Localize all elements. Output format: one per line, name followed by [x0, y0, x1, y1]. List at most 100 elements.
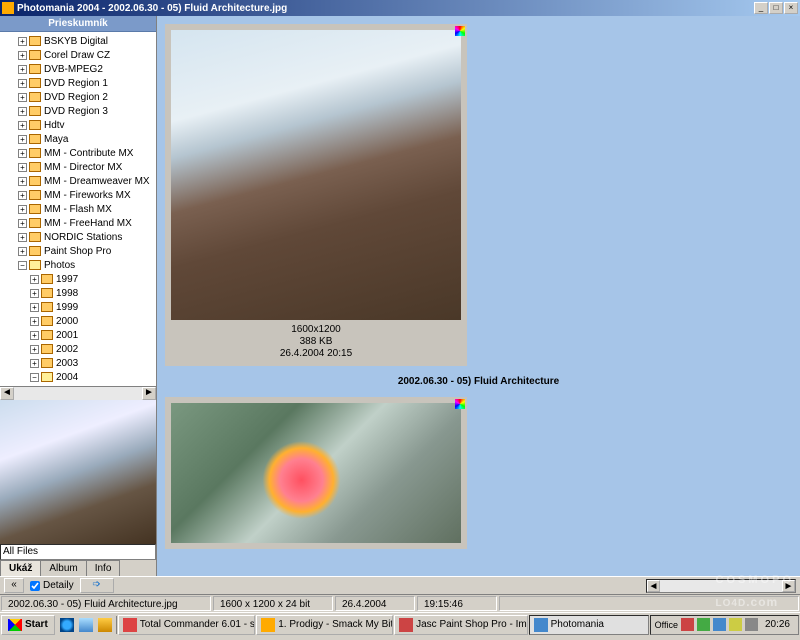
scroll-track[interactable] [14, 387, 142, 400]
detail-label: Detaily [43, 580, 74, 591]
maximize-button[interactable]: □ [769, 2, 783, 14]
folder-icon [41, 344, 53, 354]
tree-folder[interactable]: +Paint Shop Pro [2, 244, 154, 258]
folder-icon [29, 120, 41, 130]
folder-icon [29, 50, 41, 60]
tree-folder[interactable]: +Hdtv [2, 118, 154, 132]
tray-icon[interactable] [681, 618, 694, 631]
close-button[interactable]: × [784, 2, 798, 14]
taskbar-task-button[interactable]: 1. Prodigy - Smack My Bitc... [256, 615, 393, 635]
ql-outlook-icon[interactable] [96, 616, 114, 634]
tree-folder[interactable]: +NORDIC Stations [2, 230, 154, 244]
tab-album[interactable]: Album [40, 560, 86, 576]
thumbnail-area[interactable]: 1600x1200 388 KB 26.4.2004 20:15 2002.06… [157, 16, 800, 576]
scroll-right-button[interactable]: ► [142, 387, 156, 400]
first-button[interactable]: « [4, 578, 24, 593]
folder-label: 1998 [56, 288, 78, 299]
bottom-toolbar: « Detaily ➩ ◄ ► [0, 576, 800, 594]
tray-office-label: Office [655, 620, 678, 630]
thumb-filesize: 388 KB [171, 336, 461, 348]
filter-combo[interactable]: All Files [0, 544, 156, 560]
minimize-button[interactable]: _ [754, 2, 768, 14]
tree-folder[interactable]: −Photos [2, 258, 154, 272]
sidebar: Prieskumník +BSKYB Digital+Corel Draw CZ… [0, 16, 157, 576]
thumbnail-card[interactable] [165, 397, 467, 549]
detail-checkbox-input[interactable] [30, 581, 40, 591]
tree-folder[interactable]: +2000 [2, 314, 154, 328]
folder-label: 1997 [56, 274, 78, 285]
tree-folder[interactable]: +Maya [2, 132, 154, 146]
tree-folder[interactable]: +1997 [2, 272, 154, 286]
tree-folder[interactable]: +MM - Dreamweaver MX [2, 174, 154, 188]
windows-logo-icon [8, 619, 22, 631]
taskbar-task-button[interactable]: Photomania [529, 615, 649, 635]
tree-folder[interactable]: +Corel Draw CZ [2, 48, 154, 62]
folder-label: Photos [44, 260, 75, 271]
folder-icon [29, 232, 41, 242]
detail-checkbox[interactable]: Detaily [30, 580, 74, 591]
folder-icon [41, 274, 53, 284]
folder-icon [29, 260, 41, 270]
folder-icon [29, 78, 41, 88]
folder-label: Hdtv [44, 120, 65, 131]
tree-folder[interactable]: +2001 [2, 328, 154, 342]
tab-info[interactable]: Info [86, 560, 121, 576]
status-spacer [499, 596, 799, 611]
folder-label: BSKYB Digital [44, 36, 108, 47]
system-tray[interactable]: Office 20:26 [650, 615, 799, 635]
tray-icon[interactable] [729, 618, 742, 631]
tree-folder[interactable]: +DVB-MPEG2 [2, 62, 154, 76]
tree-folder[interactable]: −2004 [2, 370, 154, 384]
tree-folder[interactable]: +MM - Fireworks MX [2, 188, 154, 202]
folder-label: DVD Region 1 [44, 78, 108, 89]
task-label: Jasc Paint Shop Pro - Ima... [416, 619, 528, 630]
tree-folder[interactable]: +MM - Director MX [2, 160, 154, 174]
tray-icon[interactable] [713, 618, 726, 631]
start-button[interactable]: Start [1, 615, 55, 635]
folder-tree[interactable]: +BSKYB Digital+Corel Draw CZ+DVB-MPEG2+D… [0, 32, 156, 386]
tree-folder[interactable]: +DVD Region 1 [2, 76, 154, 90]
scroll-right-button[interactable]: ► [782, 580, 795, 592]
tree-folder[interactable]: +2003 [2, 356, 154, 370]
content-hscroll[interactable]: ◄ ► [646, 579, 796, 593]
tree-folder[interactable]: +1999 [2, 300, 154, 314]
ql-desktop-icon[interactable] [77, 616, 95, 634]
taskbar-task-button[interactable]: Jasc Paint Shop Pro - Ima... [394, 615, 528, 635]
statusbar: 2002.06.30 - 05) Fluid Architecture.jpg … [0, 594, 800, 612]
tree-folder[interactable]: +2002 [2, 342, 154, 356]
tree-hscroll[interactable]: ◄ ► [0, 386, 156, 400]
tray-clock[interactable]: 20:26 [761, 619, 794, 630]
folder-icon [41, 358, 53, 368]
folder-label: MM - Contribute MX [44, 148, 133, 159]
thumbnail-image[interactable] [171, 30, 461, 320]
folder-icon [29, 162, 41, 172]
folder-icon [29, 134, 41, 144]
folder-icon [29, 246, 41, 256]
folder-label: MM - Director MX [44, 162, 122, 173]
tray-volume-icon[interactable] [745, 618, 758, 631]
window-title: Photomania 2004 - 2002.06.30 - 05) Fluid… [17, 3, 754, 14]
scroll-left-button[interactable]: ◄ [647, 580, 660, 592]
tree-folder[interactable]: +DVD Region 2 [2, 90, 154, 104]
tree-folder[interactable]: +BSKYB Digital [2, 34, 154, 48]
folder-label: DVD Region 3 [44, 106, 108, 117]
folder-icon [41, 316, 53, 326]
scroll-left-button[interactable]: ◄ [0, 387, 14, 400]
tree-folder[interactable]: +1998 [2, 286, 154, 300]
folder-label: 2002 [56, 344, 78, 355]
color-corner-icon [455, 399, 465, 409]
folder-label: 2001 [56, 330, 78, 341]
tree-folder[interactable]: +MM - Flash MX [2, 202, 154, 216]
tree-folder[interactable]: +DVD Region 3 [2, 104, 154, 118]
tray-icon[interactable] [697, 618, 710, 631]
thumbnail-card[interactable]: 1600x1200 388 KB 26.4.2004 20:15 [165, 24, 467, 366]
sidebar-title: Prieskumník [0, 16, 156, 32]
tree-folder[interactable]: +MM - Contribute MX [2, 146, 154, 160]
taskbar-task-button[interactable]: Total Commander 6.01 - sa... [118, 615, 255, 635]
thumbnail-image[interactable] [171, 403, 461, 543]
folder-label: 2004 [56, 372, 78, 383]
ql-ie-icon[interactable] [58, 616, 76, 634]
tab-ukaz[interactable]: Ukáž [0, 560, 41, 576]
arrow-button[interactable]: ➩ [80, 578, 114, 593]
tree-folder[interactable]: +MM - FreeHand MX [2, 216, 154, 230]
